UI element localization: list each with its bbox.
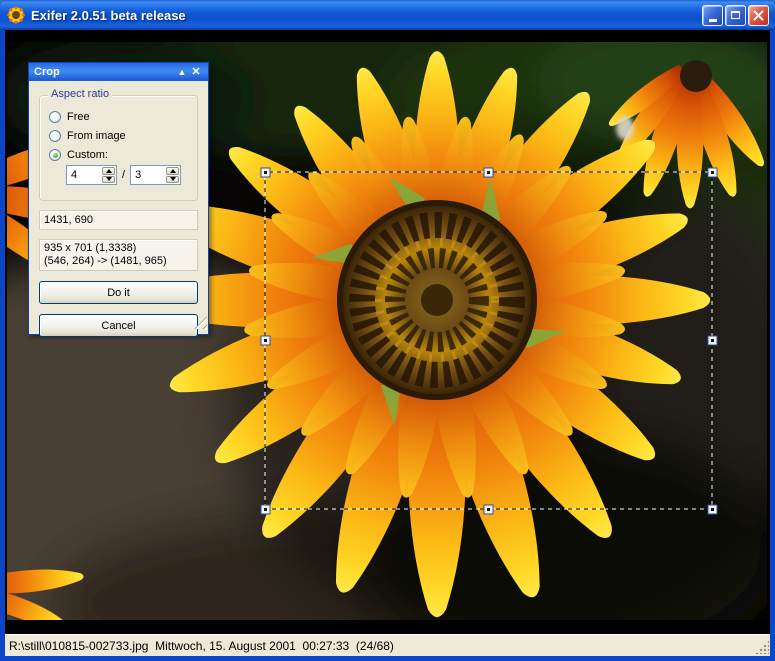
width-spin-down-button[interactable] (102, 176, 115, 184)
crop-handle-ne[interactable] (708, 168, 717, 177)
width-spin-up-button[interactable] (102, 167, 115, 175)
crop-handle-e[interactable] (708, 336, 717, 345)
mouse-position-readout: 1431, 690 (39, 210, 198, 230)
status-bar: R:\still\010815-002733.jpg Mittwoch, 15.… (5, 634, 770, 656)
ratio-width-input[interactable] (67, 166, 101, 184)
crop-panel-title: Crop (34, 66, 175, 78)
close-icon (753, 10, 764, 21)
close-button[interactable] (748, 5, 769, 26)
ratio-separator: / (122, 169, 125, 181)
crop-handle-s[interactable] (484, 505, 493, 514)
window-titlebar[interactable]: Exifer 2.0.51 beta release (0, 0, 775, 30)
crop-handle-nw[interactable] (261, 168, 270, 177)
crop-handles (261, 168, 717, 514)
app-window: Exifer 2.0.51 beta release (0, 0, 775, 661)
radio-custom-label: Custom: (67, 149, 108, 161)
selection-info-readout: 935 x 701 (1,3338) (546, 264) -> (1481, … (39, 239, 198, 271)
selection-size-text: 935 x 701 (1,3338) (44, 242, 193, 255)
radio-custom[interactable]: Custom: (49, 149, 197, 161)
maximize-button[interactable] (725, 5, 746, 26)
aspect-ratio-label: Aspect ratio (48, 88, 112, 100)
ratio-width-spinedit (66, 165, 117, 185)
radio-from-image-circle[interactable] (49, 130, 61, 142)
radio-free[interactable]: Free (49, 111, 197, 123)
selection-coords-text: (546, 264) -> (1481, 965) (44, 255, 193, 268)
crop-handle-n[interactable] (484, 168, 493, 177)
ratio-height-spinedit (130, 165, 181, 185)
spin-up-icon (170, 169, 176, 173)
maximize-icon (731, 11, 740, 19)
app-sunflower-icon (6, 5, 26, 25)
height-spin-down-button[interactable] (166, 176, 179, 184)
minimize-icon (709, 19, 717, 22)
cancel-button[interactable]: Cancel (39, 314, 198, 337)
rollup-icon[interactable]: ▲ (175, 64, 189, 80)
radio-from-image-label: From image (67, 130, 126, 142)
minimize-button[interactable] (702, 5, 723, 26)
status-text: R:\still\010815-002733.jpg Mittwoch, 15.… (5, 639, 394, 653)
radio-free-label: Free (67, 111, 90, 123)
statusbar-resize-grip[interactable] (755, 640, 769, 654)
radio-custom-circle[interactable] (49, 149, 61, 161)
crop-handle-w[interactable] (261, 336, 270, 345)
crop-handle-sw[interactable] (261, 505, 270, 514)
window-title: Exifer 2.0.51 beta release (31, 8, 702, 23)
radio-free-circle[interactable] (49, 111, 61, 123)
aspect-ratio-groupbox: Aspect ratio Free From image Custom: (39, 95, 198, 201)
spin-down-icon (170, 177, 176, 181)
spin-down-icon (106, 177, 112, 181)
ratio-height-input[interactable] (131, 166, 165, 184)
crop-panel-titlebar[interactable]: Crop ▲ ✕ (29, 63, 208, 81)
panel-close-icon[interactable]: ✕ (189, 64, 203, 80)
spin-up-icon (106, 169, 112, 173)
height-spin-up-button[interactable] (166, 167, 179, 175)
crop-panel: Crop ▲ ✕ Aspect ratio Free From image Cu… (28, 62, 209, 335)
crop-selection-border[interactable] (265, 172, 712, 509)
crop-handle-se[interactable] (708, 505, 717, 514)
radio-from-image[interactable]: From image (49, 130, 197, 142)
do-it-button[interactable]: Do it (39, 281, 198, 304)
